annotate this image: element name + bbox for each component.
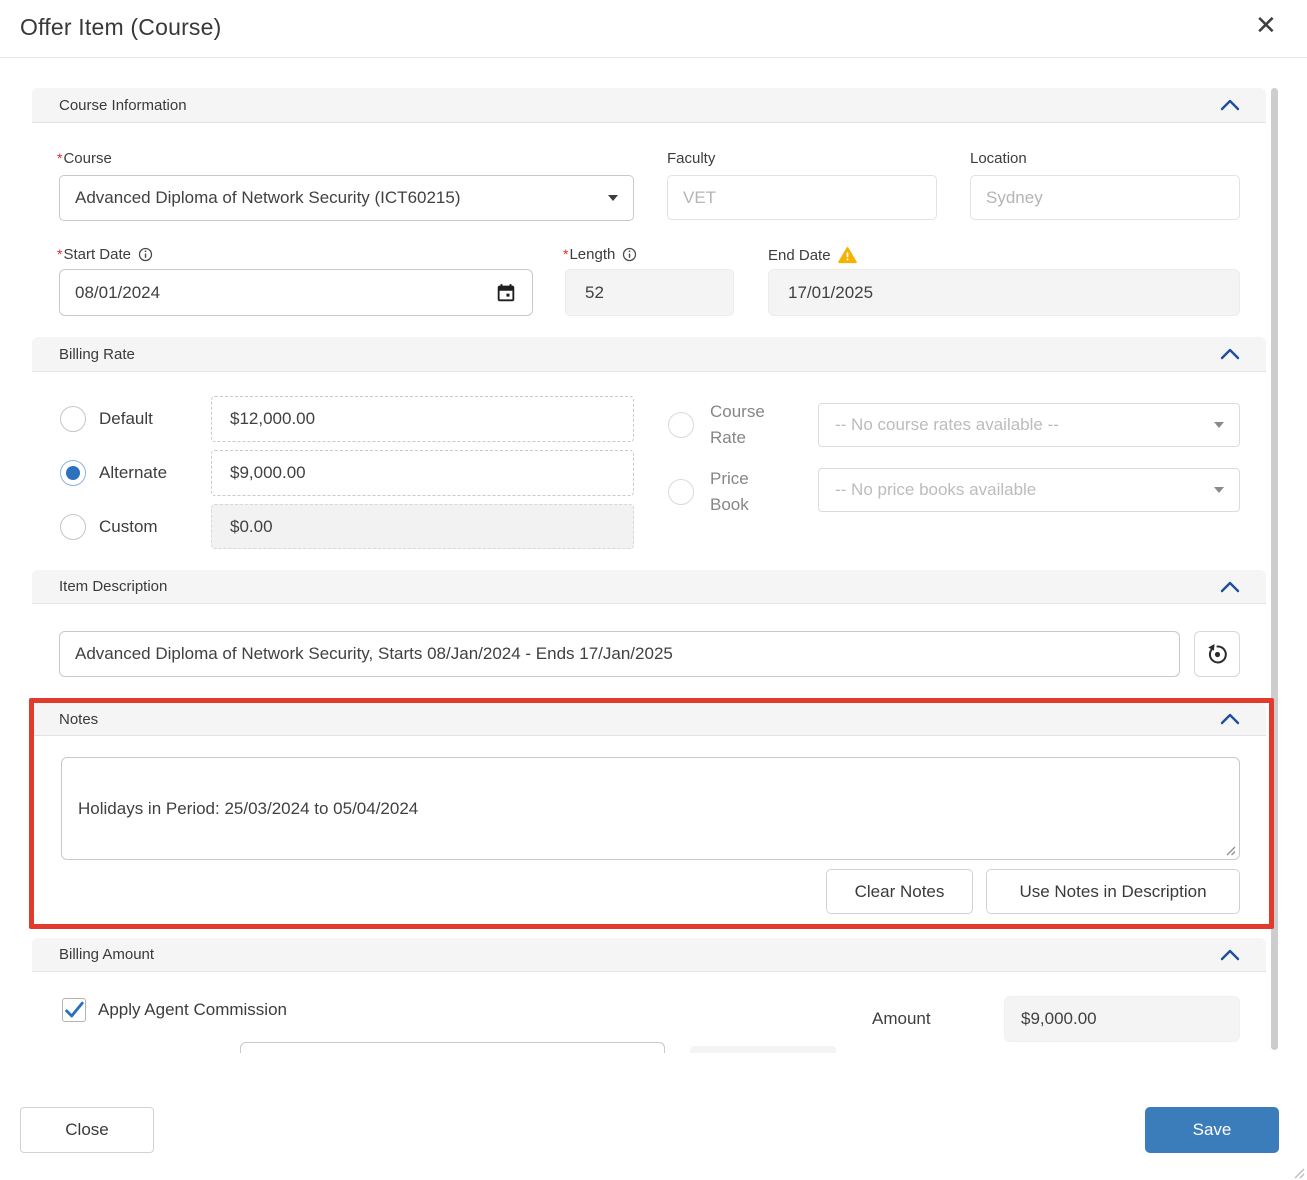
- close-button[interactable]: Close: [20, 1107, 154, 1153]
- item-description-input[interactable]: Advanced Diploma of Network Security, St…: [59, 631, 1180, 677]
- length-field: 52: [565, 269, 734, 316]
- amount-label: Amount: [872, 1009, 931, 1029]
- billing-rate-option-price-book[interactable]: Price Book: [668, 466, 782, 518]
- check-icon: [63, 999, 85, 1021]
- section-title: Item Description: [59, 578, 167, 595]
- end-date-field: 17/01/2025: [768, 269, 1240, 316]
- radio-unselected[interactable]: [60, 514, 86, 540]
- reset-description-button[interactable]: [1194, 631, 1240, 677]
- section-header-billing-amount[interactable]: Billing Amount: [32, 938, 1266, 972]
- location-field[interactable]: Sydney: [970, 175, 1240, 220]
- apply-agent-commission-row[interactable]: Apply Agent Commission: [62, 998, 287, 1022]
- faculty-label: Faculty: [667, 150, 715, 167]
- section-title: Billing Amount: [59, 946, 154, 963]
- dropdown-caret-icon: [608, 195, 618, 201]
- chevron-up-icon[interactable]: [1218, 346, 1242, 362]
- calendar-icon[interactable]: [495, 282, 517, 304]
- section-title: Course Information: [59, 97, 187, 114]
- commission-select-partial[interactable]: [240, 1042, 665, 1053]
- billing-rate-option-custom[interactable]: Custom: [60, 504, 158, 549]
- billing-rate-option-course-rate[interactable]: Course Rate: [668, 399, 782, 451]
- resize-handle-icon[interactable]: [1224, 844, 1236, 856]
- page-title: Offer Item (Course): [20, 14, 221, 41]
- amount-field: $9,000.00: [1004, 996, 1240, 1042]
- offer-item-modal: Offer Item (Course) ✕ Course Information…: [0, 0, 1307, 1180]
- billing-rate-option-alternate[interactable]: Alternate: [60, 450, 167, 496]
- header-divider: [0, 57, 1307, 58]
- checkbox-checked[interactable]: [62, 998, 86, 1022]
- save-button[interactable]: Save: [1145, 1107, 1279, 1153]
- radio-selected[interactable]: [60, 460, 86, 486]
- section-header-course-information[interactable]: Course Information: [32, 88, 1266, 123]
- start-date-field[interactable]: 08/01/2024: [59, 269, 533, 316]
- radio-unselected[interactable]: [668, 479, 694, 505]
- radio-unselected[interactable]: [60, 406, 86, 432]
- dropdown-caret-icon: [1214, 422, 1224, 428]
- use-notes-in-description-button[interactable]: Use Notes in Description: [986, 869, 1240, 914]
- close-icon[interactable]: ✕: [1255, 12, 1277, 38]
- course-label: *Course: [57, 150, 112, 167]
- section-header-item-description[interactable]: Item Description: [32, 570, 1266, 604]
- scrollbar[interactable]: [1271, 88, 1278, 1050]
- length-label: *Length: [563, 246, 637, 263]
- faculty-field[interactable]: VET: [667, 175, 937, 220]
- warning-icon[interactable]: [838, 246, 857, 264]
- custom-rate-field: $0.00: [211, 504, 634, 549]
- start-date-label: *Start Date: [57, 246, 153, 263]
- chevron-up-icon[interactable]: [1218, 711, 1242, 727]
- commission-field-partial: [690, 1046, 836, 1053]
- window-resize-grip-icon[interactable]: [1291, 1165, 1305, 1179]
- info-icon[interactable]: [138, 247, 153, 262]
- chevron-up-icon[interactable]: [1218, 97, 1242, 113]
- section-title: Billing Rate: [59, 346, 135, 363]
- alternate-rate-field[interactable]: $9,000.00: [211, 450, 634, 496]
- location-label: Location: [970, 150, 1027, 167]
- info-icon[interactable]: [622, 247, 637, 262]
- default-rate-field[interactable]: $12,000.00: [211, 396, 634, 442]
- section-header-billing-rate[interactable]: Billing Rate: [32, 337, 1266, 372]
- end-date-label: End Date: [768, 246, 857, 264]
- section-header-notes[interactable]: Notes: [32, 703, 1266, 736]
- reset-icon: [1206, 643, 1229, 666]
- radio-unselected[interactable]: [668, 412, 694, 438]
- price-book-select[interactable]: -- No price books available: [818, 468, 1240, 512]
- course-select-value: Advanced Diploma of Network Security (IC…: [75, 188, 461, 208]
- notes-textarea[interactable]: Holidays in Period: 25/03/2024 to 05/04/…: [61, 757, 1240, 860]
- course-rate-select[interactable]: -- No course rates available --: [818, 403, 1240, 447]
- billing-rate-option-default[interactable]: Default: [60, 396, 153, 442]
- section-title: Notes: [59, 711, 98, 728]
- clear-notes-button[interactable]: Clear Notes: [826, 869, 973, 914]
- dropdown-caret-icon: [1214, 487, 1224, 493]
- course-select[interactable]: Advanced Diploma of Network Security (IC…: [59, 175, 634, 221]
- chevron-up-icon[interactable]: [1218, 947, 1242, 963]
- chevron-up-icon[interactable]: [1218, 579, 1242, 595]
